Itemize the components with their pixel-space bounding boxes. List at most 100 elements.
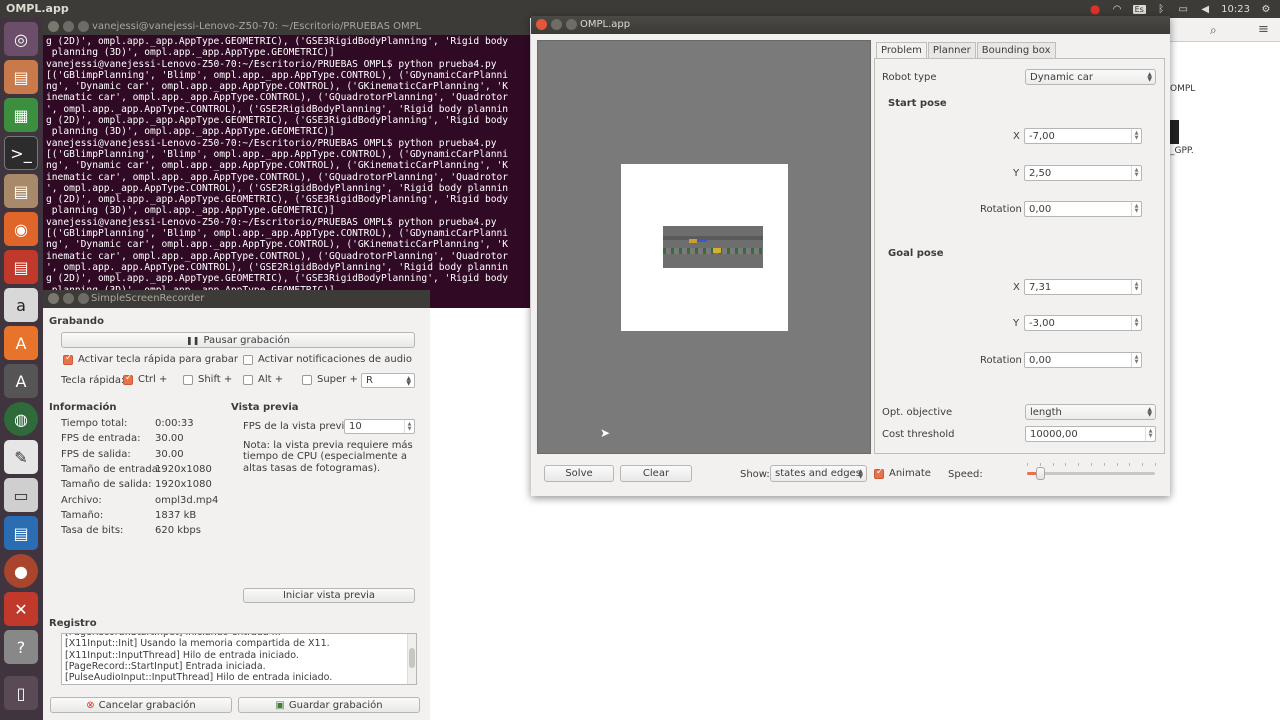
show-select[interactable]: states and edges ▲ ▼: [770, 465, 867, 482]
goal-y-spinbox[interactable]: -3,00 ▲ ▼: [1024, 315, 1142, 331]
spin-arrows-icon[interactable]: ▲ ▼: [1131, 166, 1141, 180]
ssr-titlebar[interactable]: SimpleScreenRecorder: [43, 290, 430, 308]
search-icon[interactable]: ⌕: [1210, 23, 1217, 38]
clock[interactable]: 10:23: [1221, 4, 1250, 15]
checkbox-unchecked[interactable]: [243, 374, 253, 385]
close-icon[interactable]: [536, 19, 547, 30]
bluetooth-icon[interactable]: ᛒ: [1155, 3, 1167, 15]
hotkey-enable-checkbox[interactable]: Activar tecla rápida para grabar: [63, 353, 238, 365]
system-settings-icon[interactable]: A: [4, 364, 38, 398]
alt-checkbox[interactable]: Alt +: [243, 374, 283, 385]
settings-tools-icon[interactable]: ✕: [4, 592, 38, 626]
wifi-icon[interactable]: ◠: [1111, 3, 1123, 15]
cancel-recording-button[interactable]: ⊗ Cancelar grabación: [50, 697, 232, 713]
checkbox-checked[interactable]: [874, 467, 884, 479]
clear-button[interactable]: Clear: [620, 465, 692, 482]
firefox-icon[interactable]: ◉: [4, 212, 38, 246]
volume-icon[interactable]: ◀: [1199, 3, 1211, 15]
shift-checkbox[interactable]: Shift +: [183, 374, 232, 385]
checkbox-checked[interactable]: [63, 353, 73, 365]
checkbox-unchecked[interactable]: [302, 374, 312, 385]
document-viewer-icon[interactable]: ▤: [4, 250, 38, 284]
globe-icon[interactable]: ◍: [4, 402, 38, 436]
drive-icon[interactable]: ▭: [4, 478, 38, 512]
speed-slider-handle[interactable]: [1035, 467, 1045, 480]
amazon-icon[interactable]: a: [4, 288, 38, 322]
archive-icon[interactable]: ▤: [4, 174, 38, 208]
hotkey-key-value: R: [366, 375, 373, 386]
log-scrollbar[interactable]: [407, 634, 416, 684]
close-icon[interactable]: [48, 293, 59, 304]
ctrl-checkbox[interactable]: Ctrl +: [123, 373, 167, 385]
pause-recording-button[interactable]: ❚❚ Pausar grabación: [61, 332, 415, 348]
desktop-file-label[interactable]: OMPL: [1170, 84, 1195, 94]
hotkey-key-select[interactable]: R ▲ ▼: [361, 373, 415, 388]
tab-problem[interactable]: Problem: [876, 42, 927, 59]
spin-arrows-icon[interactable]: ▲ ▼: [1145, 427, 1155, 441]
info-value: 30.00: [155, 433, 184, 445]
text-editor-icon[interactable]: ✎: [4, 440, 38, 474]
spin-arrows-icon[interactable]: ▲ ▼: [1131, 280, 1141, 294]
maximize-icon[interactable]: [566, 19, 577, 30]
spin-arrows-icon[interactable]: ▲ ▼: [1131, 316, 1141, 330]
goal-rotation-spinbox[interactable]: 0,00 ▲ ▼: [1024, 352, 1142, 368]
tab-bounding-box[interactable]: Bounding box: [976, 42, 1056, 59]
minimize-icon[interactable]: [551, 19, 562, 30]
checkbox-unchecked[interactable]: [183, 374, 193, 385]
start-rotation-spinbox[interactable]: 0,00 ▲ ▼: [1024, 201, 1142, 217]
power-gear-icon[interactable]: ⚙: [1260, 3, 1272, 15]
cost-threshold-spinbox[interactable]: 10000,00 ▲ ▼: [1025, 426, 1156, 442]
audio-notify-label: Activar notificaciones de audio: [258, 354, 412, 365]
keyboard-layout-icon[interactable]: Es: [1132, 3, 1146, 15]
spin-arrows-icon[interactable]: ▲ ▼: [1131, 353, 1141, 367]
opt-objective-select[interactable]: length ▲ ▼: [1025, 404, 1156, 420]
spreadsheet-icon[interactable]: ▦: [4, 98, 38, 132]
spin-arrows-icon[interactable]: ▲ ▼: [1131, 202, 1141, 216]
robot-type-select[interactable]: Dynamic car ▲ ▼: [1025, 69, 1156, 85]
goal-x-spinbox[interactable]: 7,31 ▲ ▼: [1024, 279, 1142, 295]
checkbox-checked[interactable]: [123, 373, 133, 385]
maximize-icon[interactable]: [78, 21, 89, 32]
3d-viewport[interactable]: ➤: [537, 40, 871, 454]
trash-icon[interactable]: ▯: [4, 676, 38, 710]
preview-fps-spinbox[interactable]: 10 ▲ ▼: [344, 419, 415, 434]
desktop-file-label[interactable]: _GPP.: [1170, 146, 1194, 156]
log-list[interactable]: [PageRecord::StartInput] Iniciando entra…: [61, 633, 417, 685]
super-checkbox[interactable]: Super +: [302, 374, 358, 385]
audio-notify-checkbox[interactable]: Activar notificaciones de audio: [243, 354, 412, 365]
animate-checkbox[interactable]: Animate: [874, 467, 931, 479]
spin-arrows-icon[interactable]: ▲ ▼: [404, 420, 414, 433]
terminal-titlebar[interactable]: vanejessi@vanejessi-Lenovo-Z50-70: ~/Esc…: [43, 18, 530, 35]
terminal-icon[interactable]: >_: [4, 136, 38, 170]
speed-slider[interactable]: [1027, 467, 1155, 480]
start-rotation-value: 0,00: [1029, 203, 1052, 215]
minimize-icon[interactable]: [63, 293, 74, 304]
menu-icon[interactable]: ≡: [1258, 22, 1269, 37]
minimize-icon[interactable]: [63, 21, 74, 32]
terminal-output[interactable]: g (2D)', ompl.app._app.AppType.GEOMETRIC…: [43, 35, 530, 297]
start-y-spinbox[interactable]: 2,50 ▲ ▼: [1024, 165, 1142, 181]
desktop-file-icon[interactable]: [1170, 120, 1179, 144]
battery-icon[interactable]: ▭: [1177, 3, 1189, 15]
close-icon[interactable]: [48, 21, 59, 32]
help-icon[interactable]: ?: [4, 630, 38, 664]
tab-planner[interactable]: Planner: [927, 42, 976, 59]
solve-button[interactable]: Solve: [544, 465, 614, 482]
start-preview-button[interactable]: Iniciar vista previa: [243, 588, 415, 603]
software-center-icon[interactable]: A: [4, 326, 38, 360]
start-x-spinbox[interactable]: -7,00 ▲ ▼: [1024, 128, 1142, 144]
ompl-titlebar[interactable]: OMPL.app: [531, 16, 1170, 34]
file-manager-icon[interactable]: ▤: [4, 60, 38, 94]
slider-tick: [1103, 463, 1105, 466]
mouse-cursor-icon: ➤: [600, 426, 611, 440]
checkbox-unchecked[interactable]: [243, 354, 253, 365]
ubuntu-logo-icon[interactable]: ◎: [4, 22, 38, 56]
writer-icon[interactable]: ▤: [4, 516, 38, 550]
maximize-icon[interactable]: [78, 293, 89, 304]
save-recording-button[interactable]: ▣ Guardar grabación: [238, 697, 420, 713]
spin-arrows-icon[interactable]: ▲ ▼: [1131, 129, 1141, 143]
mars-icon[interactable]: ●: [4, 554, 38, 588]
terminal-line: vanejessi@vanejessi-Lenovo-Z50-70:~/Escr…: [46, 216, 497, 228]
record-indicator-icon[interactable]: ●: [1089, 2, 1101, 16]
chevron-updown-icon: ▲ ▼: [858, 467, 863, 480]
